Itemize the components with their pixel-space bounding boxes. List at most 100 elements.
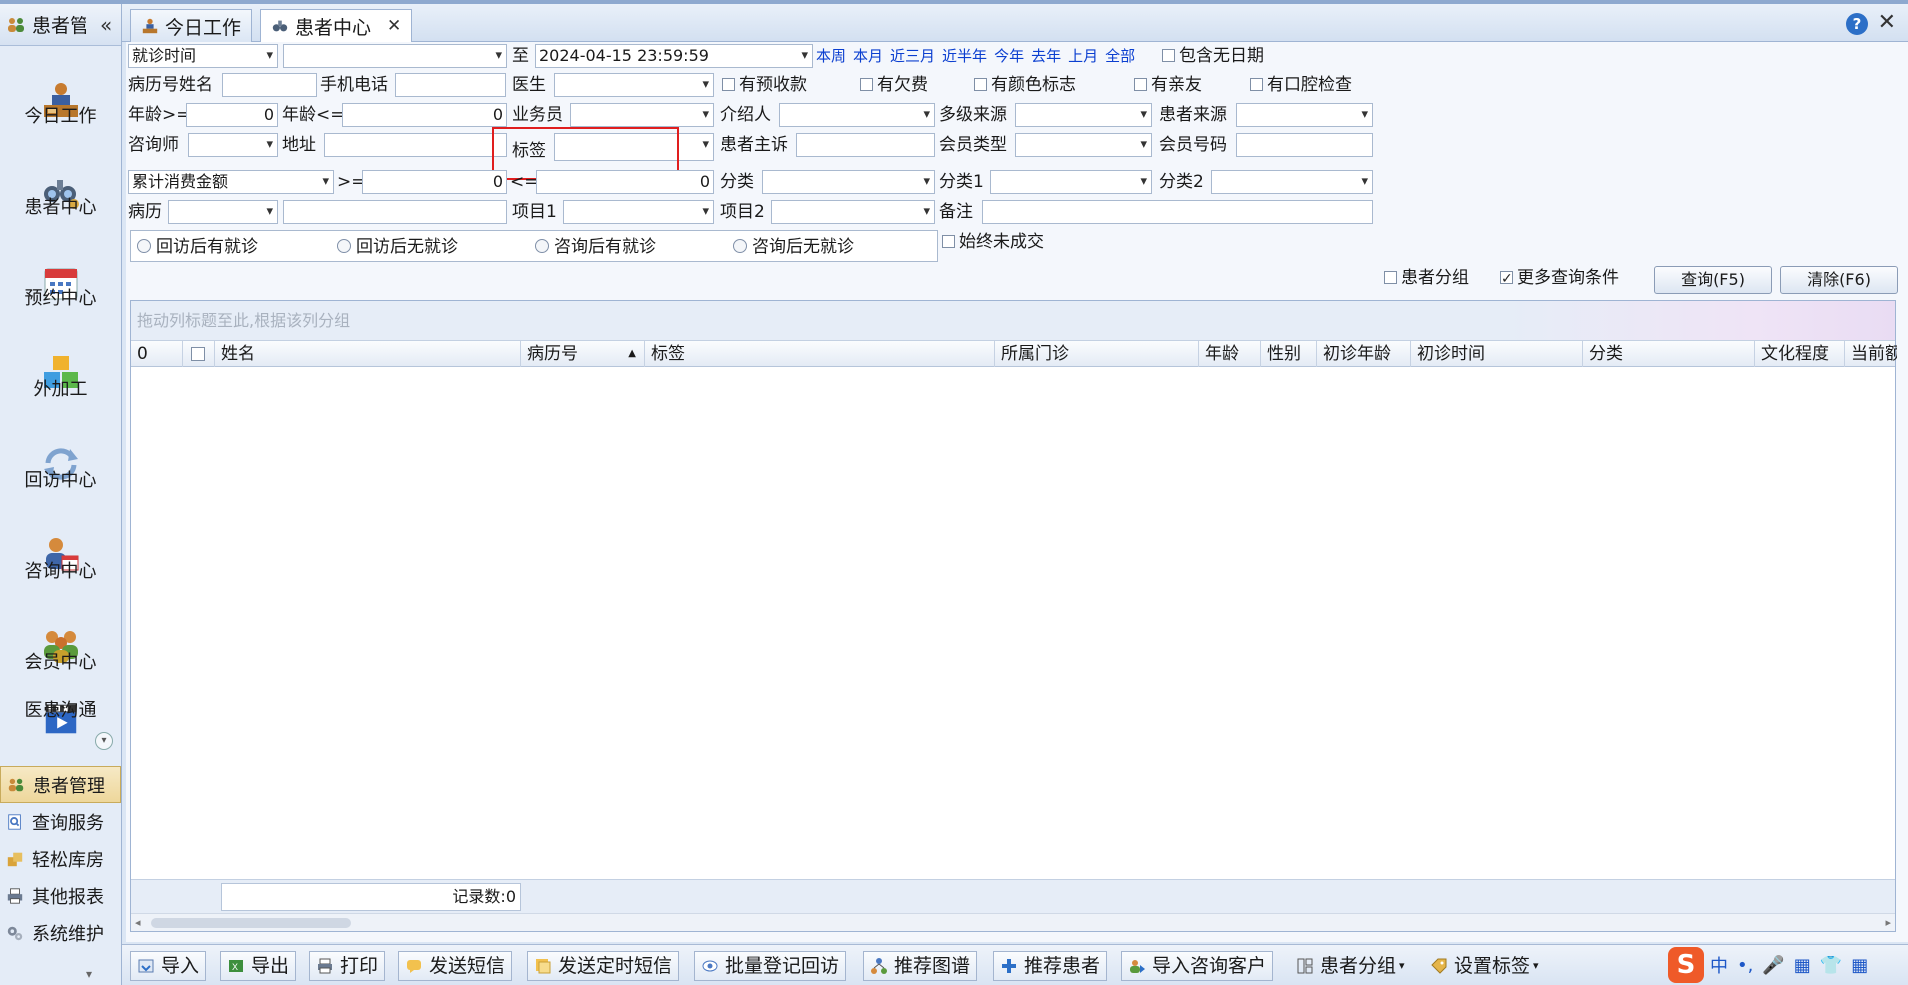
col-first-visit-age[interactable]: 初诊年龄 bbox=[1317, 341, 1411, 367]
quick-range-this-week[interactable]: 本周 bbox=[816, 47, 846, 65]
nav-small-warehouse[interactable]: 轻松库房 bbox=[0, 840, 121, 877]
has-prepayment-checkbox[interactable]: 有预收款 bbox=[722, 73, 807, 97]
item1-select[interactable] bbox=[563, 200, 714, 224]
col-gender[interactable]: 性别 bbox=[1261, 341, 1317, 367]
consultant-select[interactable] bbox=[188, 133, 278, 157]
quick-range-three-months[interactable]: 近三月 bbox=[890, 47, 935, 65]
quick-range-half-year[interactable]: 近半年 bbox=[942, 47, 987, 65]
age-ge-input[interactable]: 0 bbox=[186, 103, 278, 127]
phone-input[interactable] bbox=[395, 73, 506, 97]
amount-le-input[interactable]: 0 bbox=[536, 170, 714, 194]
date-from-picker[interactable] bbox=[283, 44, 507, 68]
category1-select[interactable] bbox=[990, 170, 1152, 194]
nav-configure-chevron-icon[interactable]: ▾ bbox=[86, 967, 92, 981]
has-relatives-checkbox[interactable]: 有亲友 bbox=[1134, 73, 1202, 97]
member-type-select[interactable] bbox=[1015, 133, 1152, 157]
quick-range-last-year[interactable]: 去年 bbox=[1031, 47, 1061, 65]
refer-patient-button[interactable]: 推荐患者 bbox=[993, 951, 1108, 981]
scroll-left-icon[interactable]: ◂ bbox=[135, 914, 141, 932]
col-select-all[interactable] bbox=[183, 341, 215, 367]
ime-skin-icon[interactable]: 👕 bbox=[1820, 955, 1842, 976]
sogou-ime-logo-icon[interactable]: S bbox=[1668, 947, 1704, 983]
print-button[interactable]: 打印 bbox=[309, 951, 386, 981]
member-no-input[interactable] bbox=[1236, 133, 1373, 157]
amount-ge-input[interactable]: 0 bbox=[362, 170, 507, 194]
col-record-no[interactable]: 病历号 ▲ bbox=[521, 341, 645, 367]
complaint-input[interactable] bbox=[796, 133, 935, 157]
clear-button[interactable]: 清除(F6) bbox=[1780, 266, 1898, 294]
never-deal-checkbox[interactable]: 始终未成交 bbox=[942, 230, 1044, 254]
batch-followup-button[interactable]: 批量登记回访 bbox=[694, 951, 847, 981]
record-text-input[interactable] bbox=[283, 200, 507, 224]
nav-item-followup-center[interactable]: 回访中心 bbox=[0, 410, 121, 501]
quick-range-all[interactable]: 全部 bbox=[1105, 47, 1135, 65]
ime-chinese-mode[interactable]: 中 bbox=[1710, 952, 1728, 978]
include-no-date-checkbox[interactable]: 包含无日期 bbox=[1162, 44, 1264, 68]
referral-graph-button[interactable]: 推荐图谱 bbox=[863, 951, 978, 981]
radio-consult-with-visit[interactable]: 咨询后有就诊 bbox=[535, 235, 656, 259]
remark-input[interactable] bbox=[982, 200, 1373, 224]
has-arrears-checkbox[interactable]: 有欠费 bbox=[860, 73, 928, 97]
ime-voice-icon[interactable]: 🎤 bbox=[1762, 955, 1784, 976]
col-tag[interactable]: 标签 bbox=[645, 341, 995, 367]
nav-collapse-button[interactable]: « bbox=[100, 13, 112, 37]
col-name[interactable]: 姓名 bbox=[215, 341, 521, 367]
address-input[interactable] bbox=[324, 133, 507, 157]
category2-select[interactable] bbox=[1211, 170, 1373, 194]
nav-item-member-center[interactable]: 会员中心 bbox=[0, 592, 121, 683]
doctor-select[interactable] bbox=[554, 73, 714, 97]
scrollbar-thumb[interactable] bbox=[151, 918, 351, 928]
import-button[interactable]: 导入 bbox=[130, 951, 207, 981]
ime-toolbox-icon[interactable]: ▦ bbox=[1851, 955, 1868, 976]
record-select[interactable] bbox=[168, 200, 278, 224]
select-all-checkbox[interactable] bbox=[191, 347, 205, 361]
set-tag-menu[interactable]: 设置标签 ▾ bbox=[1424, 951, 1545, 981]
nav-small-query-service[interactable]: 查询服务 bbox=[0, 803, 121, 840]
col-row-number[interactable]: 0 bbox=[131, 341, 183, 367]
ime-keyboard-icon[interactable]: ▦ bbox=[1794, 955, 1811, 976]
radio-followup-with-visit[interactable]: 回访后有就诊 bbox=[137, 235, 258, 259]
col-current-amount[interactable]: 当前额 bbox=[1845, 341, 1897, 367]
nav-item-patient-center[interactable]: 患者中心 bbox=[0, 137, 121, 228]
export-button[interactable]: X 导出 bbox=[220, 951, 297, 981]
query-button[interactable]: 查询(F5) bbox=[1654, 266, 1772, 294]
date-type-select[interactable]: 就诊时间 bbox=[128, 44, 278, 68]
col-age[interactable]: 年龄 bbox=[1199, 341, 1261, 367]
salesman-select[interactable] bbox=[570, 103, 714, 127]
import-consult-clients-button[interactable]: 导入咨询客户 bbox=[1121, 951, 1274, 981]
scroll-right-icon[interactable]: ▸ bbox=[1885, 914, 1891, 932]
horizontal-scrollbar[interactable]: ◂ ▸ bbox=[131, 913, 1895, 931]
send-sms-button[interactable]: 发送短信 bbox=[398, 951, 513, 981]
item2-select[interactable] bbox=[771, 200, 935, 224]
quick-range-this-month[interactable]: 本月 bbox=[853, 47, 883, 65]
amount-type-select[interactable]: 累计消费金额 bbox=[128, 170, 334, 194]
nav-item-consult-center[interactable]: 咨询中心 bbox=[0, 501, 121, 592]
quick-range-this-year[interactable]: 今年 bbox=[994, 47, 1024, 65]
tab-patient-center[interactable]: 患者中心 ✕ bbox=[260, 9, 413, 42]
patient-source-select[interactable] bbox=[1236, 103, 1373, 127]
nav-item-today-work[interactable]: 今日工作 bbox=[0, 46, 121, 137]
patient-group-menu[interactable]: 患者分组 ▾ bbox=[1290, 951, 1411, 981]
nav-item-appointment-center[interactable]: 预约中心 bbox=[0, 228, 121, 319]
category-select[interactable] bbox=[762, 170, 935, 194]
age-le-input[interactable]: 0 bbox=[342, 103, 507, 127]
tab-close-icon[interactable]: ✕ bbox=[387, 16, 401, 36]
patient-group-checkbox[interactable]: 患者分组 bbox=[1384, 266, 1469, 290]
group-by-panel[interactable]: 拖动列标题至此,根据该列分组 bbox=[131, 301, 1895, 341]
ime-punctuation[interactable]: •, bbox=[1737, 955, 1753, 976]
col-first-visit-time[interactable]: 初诊时间 bbox=[1411, 341, 1583, 367]
col-category[interactable]: 分类 bbox=[1583, 341, 1755, 367]
radio-followup-no-visit[interactable]: 回访后无就诊 bbox=[337, 235, 458, 259]
has-oral-exam-checkbox[interactable]: 有口腔检查 bbox=[1250, 73, 1352, 97]
nav-small-other-reports[interactable]: 其他报表 bbox=[0, 877, 121, 914]
tab-today-work[interactable]: 今日工作 bbox=[130, 9, 253, 42]
nav-small-system-maintenance[interactable]: 系统维护 bbox=[0, 914, 121, 951]
radio-consult-no-visit[interactable]: 咨询后无就诊 bbox=[733, 235, 854, 259]
help-icon[interactable]: ? bbox=[1846, 13, 1868, 35]
more-conditions-checkbox[interactable]: 更多查询条件 bbox=[1500, 266, 1619, 291]
date-to-picker[interactable]: 2024-04-15 23:59:59 bbox=[535, 44, 813, 68]
col-clinic[interactable]: 所属门诊 bbox=[995, 341, 1199, 367]
quick-range-last-month[interactable]: 上月 bbox=[1068, 47, 1098, 65]
referrer-select[interactable] bbox=[779, 103, 935, 127]
nav-more-chevron-icon[interactable]: ▾ bbox=[95, 732, 113, 750]
